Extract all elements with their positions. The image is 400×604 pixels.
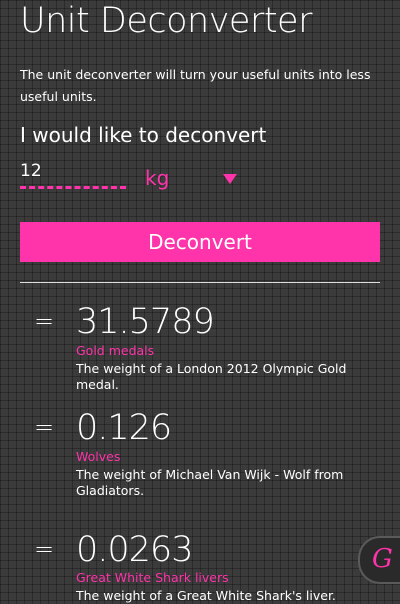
deconvert-prompt: I would like to deconvert [20,123,267,147]
result-value: 0.126 [76,408,172,448]
result-value: 31.5789 [76,302,215,342]
result-description: The weight of a London 2012 Olympic Gold… [76,361,347,392]
equals-sign: = [34,413,55,441]
result-description: The weight of Michael Van Wijk - Wolf fr… [76,467,344,498]
deconvert-button[interactable]: Deconvert [20,222,380,262]
unit-select[interactable]: kg [145,164,245,192]
result-unit: Great White Shark livers [76,570,229,585]
result-description: The weight of a Great White Shark's live… [76,588,336,603]
chevron-down-icon [223,174,237,184]
equals-sign: = [34,307,55,335]
equals-sign: = [34,535,55,563]
result-unit: Wolves [76,449,121,464]
unit-select-value: kg [145,166,170,190]
intro-text: The unit deconverter will turn your usef… [20,67,371,104]
quantity-input[interactable] [20,156,126,189]
result-unit: Gold medals [76,343,155,358]
corner-badge-button[interactable]: G [358,536,400,584]
divider [20,282,380,283]
g-logo-icon: G [372,544,393,574]
page-title: Unit Deconverter [20,1,312,41]
result-value: 0.0263 [76,530,193,570]
